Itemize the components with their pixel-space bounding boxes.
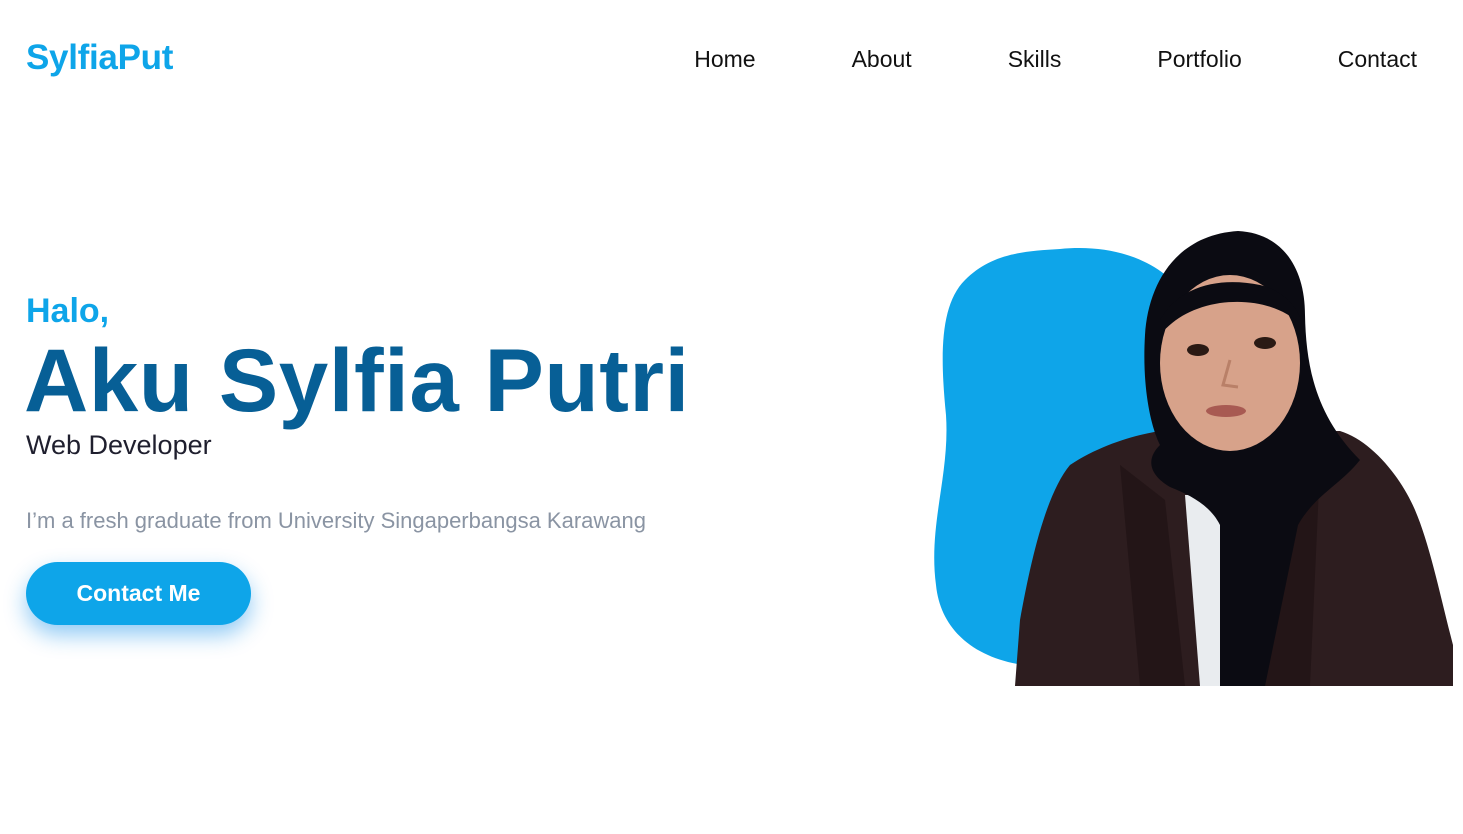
- nav-home-link[interactable]: Home: [694, 44, 755, 74]
- hero-greeting: Halo,: [26, 292, 110, 330]
- nav-about-link[interactable]: About: [852, 44, 912, 74]
- nav-skills-link[interactable]: Skills: [1008, 44, 1062, 74]
- portrait-right-eye-shape: [1254, 337, 1276, 349]
- hero-portrait: [934, 231, 1453, 686]
- nav-portfolio-link[interactable]: Portfolio: [1157, 44, 1241, 74]
- main-nav: Home About Skills Portfolio Contact: [694, 44, 1417, 74]
- portrait-left-eye-shape: [1187, 344, 1209, 356]
- hero-role: Web Developer: [26, 430, 212, 460]
- portrait-lips-shape: [1206, 405, 1246, 417]
- nav-contact-link[interactable]: Contact: [1338, 44, 1417, 74]
- hero-name: Aku Sylfia Putri: [24, 330, 690, 430]
- page: SylfiaPut Home About Skills Portfolio Co…: [0, 0, 1463, 834]
- contact-me-button[interactable]: Contact Me: [26, 562, 251, 625]
- hero-description: I’m a fresh graduate from University Sin…: [26, 508, 646, 533]
- site-logo[interactable]: SylfiaPut: [26, 38, 173, 78]
